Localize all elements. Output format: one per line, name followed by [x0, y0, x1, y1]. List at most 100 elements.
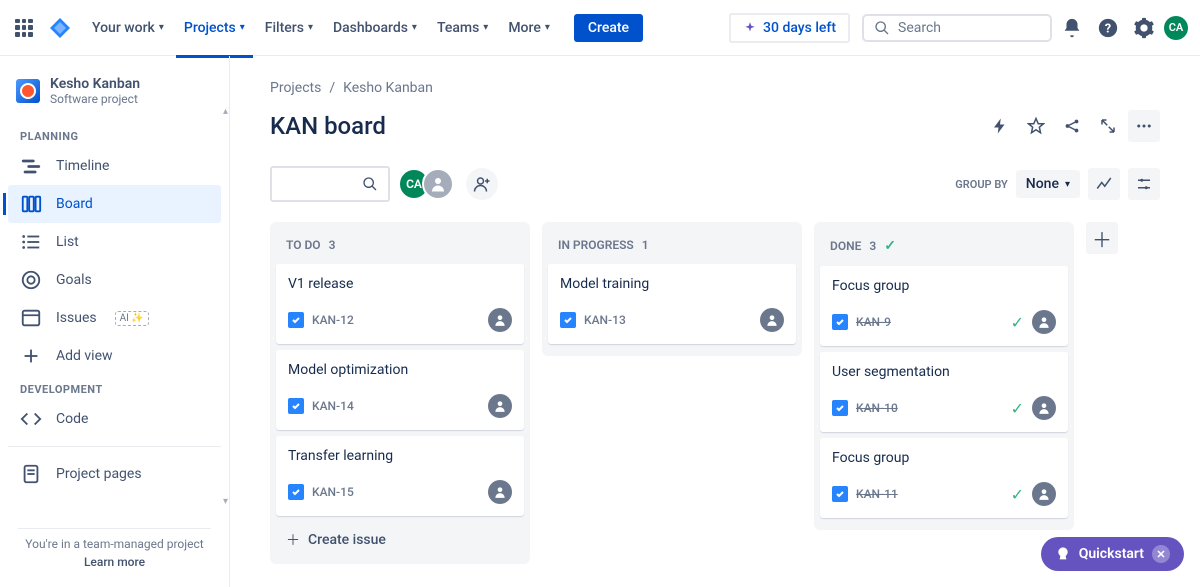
chevron-down-icon: ▾	[159, 22, 164, 33]
column-header-todo[interactable]: TO DO3	[276, 228, 524, 264]
jira-logo-icon[interactable]	[48, 16, 72, 40]
board-icon	[20, 193, 42, 215]
assignee-icon[interactable]	[488, 308, 512, 332]
list-icon	[20, 231, 42, 253]
nav-dashboards[interactable]: Dashboards▾	[325, 16, 425, 40]
create-button[interactable]: Create	[574, 14, 643, 42]
settings-icon[interactable]	[1128, 12, 1160, 44]
card-kan-12[interactable]: V1 release KAN-12	[276, 264, 524, 344]
insights-icon[interactable]	[1088, 168, 1120, 200]
add-people-button[interactable]	[466, 168, 498, 200]
breadcrumb-project[interactable]: Kesho Kanban	[343, 80, 433, 96]
column-done: DONE3 ✓ Focus group KAN-9 ✓ User segment…	[814, 222, 1074, 530]
sidebar-resize-handle[interactable]: ▴▾	[223, 106, 231, 507]
breadcrumbs: Projects / Kesho Kanban	[270, 80, 1160, 96]
view-settings-icon[interactable]	[1128, 168, 1160, 200]
assignee-icon[interactable]	[760, 308, 784, 332]
chevron-down-icon: ▾	[412, 22, 417, 33]
automation-icon[interactable]	[984, 110, 1016, 142]
card-kan-9[interactable]: Focus group KAN-9 ✓	[820, 266, 1068, 346]
card-kan-15[interactable]: Transfer learning KAN-15	[276, 436, 524, 516]
user-avatar[interactable]: CA	[1164, 16, 1188, 40]
search-icon	[874, 20, 890, 36]
issue-key: KAN-12	[312, 313, 354, 327]
nav-teams[interactable]: Teams▾	[429, 16, 496, 40]
star-icon[interactable]	[1020, 110, 1052, 142]
add-column-button[interactable]: ＋	[1086, 222, 1118, 254]
sidebar-item-list[interactable]: List	[8, 223, 221, 261]
chevron-down-icon: ▾	[240, 22, 245, 33]
close-icon[interactable]: ✕	[1152, 545, 1170, 563]
app-switcher-icon[interactable]	[12, 16, 36, 40]
card-kan-13[interactable]: Model training KAN-13	[548, 264, 796, 344]
task-icon	[832, 486, 848, 502]
chevron-down-icon: ▾	[308, 22, 313, 33]
code-icon	[20, 408, 42, 430]
issue-key: KAN-13	[584, 313, 626, 327]
main-content: Projects / Kesho Kanban KAN board CA	[230, 56, 1200, 587]
kanban-board: TO DO3 V1 release KAN-12 Model optimizat…	[270, 222, 1160, 564]
nav-filters[interactable]: Filters▾	[257, 16, 321, 40]
assignee-icon[interactable]	[1032, 482, 1056, 506]
sidebar-item-add-view[interactable]: Add view	[8, 337, 221, 375]
timeline-icon	[20, 155, 42, 177]
project-header[interactable]: Kesho Kanban Software project	[8, 76, 221, 122]
done-check-icon: ✓	[1011, 313, 1024, 332]
card-kan-11[interactable]: Focus group KAN-11 ✓	[820, 438, 1068, 518]
chevron-down-icon: ▾	[483, 22, 488, 33]
card-title: Transfer learning	[288, 448, 512, 464]
page-title: KAN board	[270, 112, 386, 140]
fullscreen-icon[interactable]	[1092, 110, 1124, 142]
sidebar-item-board[interactable]: Board	[8, 185, 221, 223]
sidebar-item-project-pages[interactable]: Project pages	[8, 455, 221, 493]
project-type: Software project	[50, 92, 140, 106]
task-icon	[288, 312, 304, 328]
help-icon[interactable]: ?	[1092, 12, 1124, 44]
more-actions-icon[interactable]	[1128, 110, 1160, 142]
done-check-icon: ✓	[884, 238, 896, 254]
task-icon	[288, 398, 304, 414]
section-planning-label: PLANNING	[8, 122, 221, 147]
share-icon[interactable]	[1056, 110, 1088, 142]
assignee-icon[interactable]	[1032, 310, 1056, 334]
column-todo: TO DO3 V1 release KAN-12 Model optimizat…	[270, 222, 530, 564]
card-title: Focus group	[832, 278, 1056, 294]
trial-badge[interactable]: 30 days left	[729, 13, 850, 43]
task-icon	[832, 400, 848, 416]
project-avatar-icon	[16, 79, 40, 103]
assignee-icon[interactable]	[1032, 396, 1056, 420]
sidebar: ▴▾ Kesho Kanban Software project PLANNIN…	[0, 56, 230, 587]
card-title: Model training	[560, 276, 784, 292]
assignee-icon[interactable]	[488, 480, 512, 504]
nav-projects[interactable]: Projects▾	[176, 16, 253, 40]
card-kan-10[interactable]: User segmentation KAN-10 ✓	[820, 352, 1068, 432]
card-kan-14[interactable]: Model optimization KAN-14	[276, 350, 524, 430]
sidebar-item-goals[interactable]: Goals	[8, 261, 221, 299]
sidebar-item-issues[interactable]: Issues AI ✨	[8, 299, 221, 337]
project-name: Kesho Kanban	[50, 76, 140, 92]
done-check-icon: ✓	[1011, 485, 1024, 504]
board-search[interactable]	[270, 166, 390, 202]
nav-your-work[interactable]: Your work▾	[84, 16, 172, 40]
create-issue-button[interactable]: ＋ Create issue	[276, 522, 524, 558]
done-check-icon: ✓	[1011, 399, 1024, 418]
group-by-select[interactable]: None ▾	[1016, 170, 1080, 198]
global-search[interactable]: Search	[862, 14, 1052, 42]
nav-more[interactable]: More▾	[500, 16, 558, 40]
column-in-progress: IN PROGRESS1 Model training KAN-13	[542, 222, 802, 356]
issues-icon	[20, 307, 42, 329]
card-title: V1 release	[288, 276, 512, 292]
sidebar-item-timeline[interactable]: Timeline	[8, 147, 221, 185]
assignee-icon[interactable]	[488, 394, 512, 418]
breadcrumb-projects[interactable]: Projects	[270, 80, 321, 96]
sidebar-item-code[interactable]: Code	[8, 400, 221, 438]
unassigned-avatar-icon[interactable]	[422, 168, 454, 200]
assignee-filter[interactable]: CA	[398, 168, 454, 200]
notifications-icon[interactable]	[1056, 12, 1088, 44]
learn-more-link[interactable]: Learn more	[18, 555, 211, 569]
column-header-in-progress[interactable]: IN PROGRESS1	[548, 228, 796, 264]
column-header-done[interactable]: DONE3 ✓	[820, 228, 1068, 266]
task-icon	[832, 314, 848, 330]
quickstart-button[interactable]: Quickstart ✕	[1041, 537, 1184, 571]
goals-icon	[20, 269, 42, 291]
